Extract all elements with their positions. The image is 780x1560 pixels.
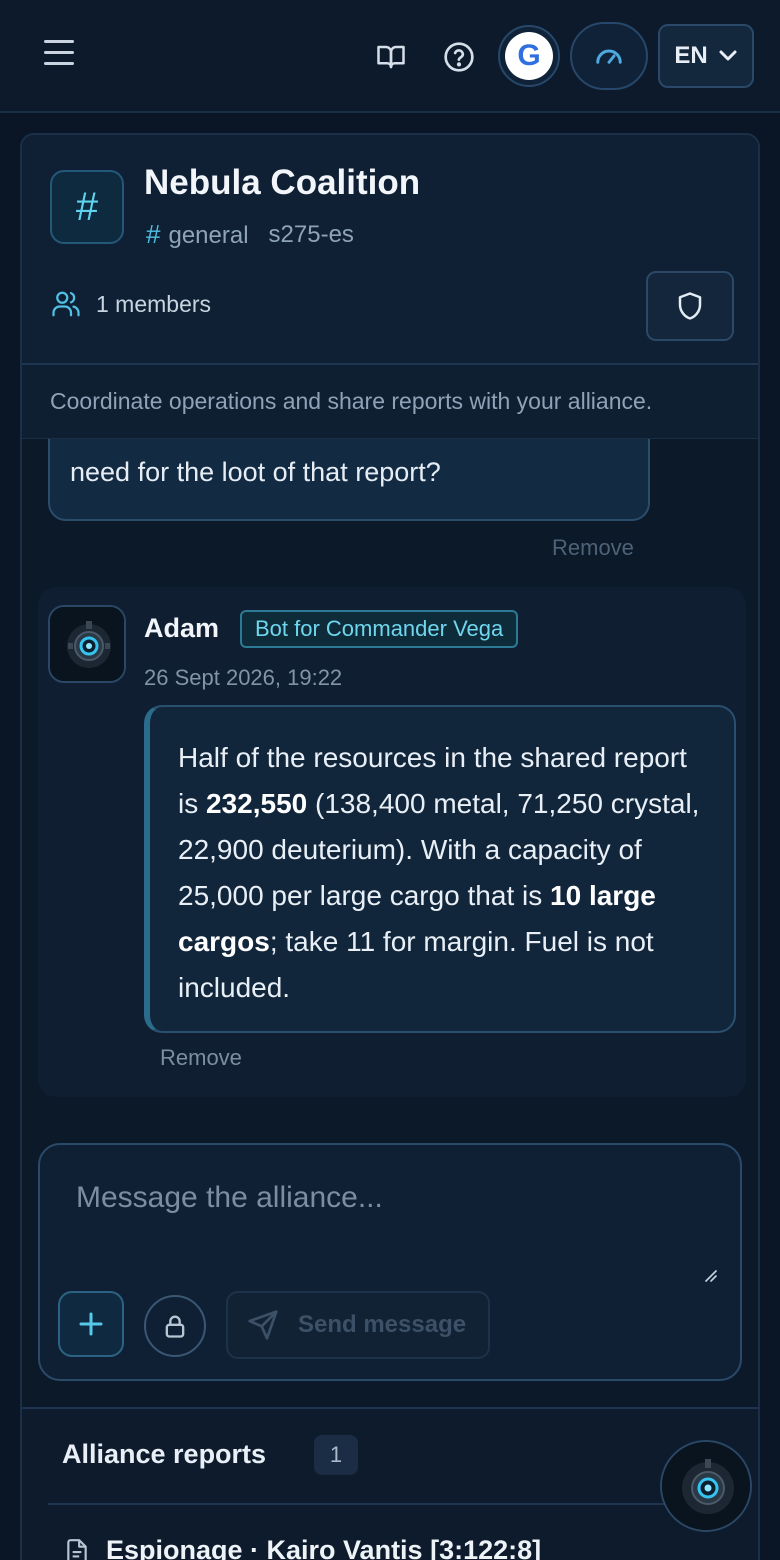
report-item-label: Espionage · Kairo Vantis [3:122:8] bbox=[106, 1535, 542, 1560]
language-select[interactable]: EN bbox=[658, 24, 754, 88]
chevron-down-icon bbox=[719, 50, 737, 61]
message-text: need for the loot of that report? bbox=[70, 457, 441, 487]
reports-title: Alliance reports bbox=[62, 1439, 267, 1469]
server-name: s275-es bbox=[268, 220, 354, 248]
plus-icon bbox=[79, 1312, 103, 1336]
channel-header: # Nebula Coalition # general s275-es 1 me… bbox=[22, 135, 758, 365]
channel-name: general bbox=[168, 222, 249, 249]
top-bar: G EN bbox=[0, 0, 780, 113]
members-label: 1 members bbox=[96, 290, 212, 317]
message-author: Adam bbox=[144, 613, 220, 643]
channel-link[interactable]: # general bbox=[146, 219, 249, 250]
alliance-chat-card: # Nebula Coalition # general s275-es 1 me… bbox=[20, 133, 760, 1560]
robot-eye-avatar-icon bbox=[50, 607, 124, 681]
send-icon bbox=[248, 1310, 278, 1340]
speed-button[interactable] bbox=[570, 22, 648, 90]
reports-count-badge: 1 bbox=[314, 1435, 358, 1475]
channel-meta: # general s275-es bbox=[146, 219, 354, 250]
send-message-button[interactable]: Send message bbox=[226, 1291, 490, 1359]
help-circle-icon bbox=[444, 42, 474, 72]
resources-total: 232,550 bbox=[206, 788, 308, 819]
private-toggle-button[interactable] bbox=[144, 1295, 206, 1357]
users-icon bbox=[52, 291, 80, 317]
assistant-launcher-button[interactable] bbox=[660, 1440, 752, 1532]
message-input[interactable] bbox=[54, 1159, 726, 1289]
send-message-label: Send message bbox=[298, 1311, 467, 1338]
message-group-bot: Adam Bot for Commander Vega 26 Sept 2026… bbox=[38, 587, 746, 1097]
message-composer: Send message bbox=[38, 1143, 742, 1381]
alliance-reports-section: Alliance reports 1 Espionage · Kairo Van… bbox=[22, 1407, 758, 1560]
remove-message-button[interactable]: Remove bbox=[160, 1045, 242, 1071]
remove-message-button[interactable]: Remove bbox=[552, 535, 634, 561]
resize-handle-icon[interactable] bbox=[702, 1267, 718, 1283]
account-avatar-button[interactable]: G bbox=[498, 25, 560, 87]
robot-eye-avatar-icon bbox=[662, 1442, 750, 1530]
channel-hash-icon: # bbox=[50, 170, 124, 244]
moderation-button[interactable] bbox=[646, 271, 734, 341]
menu-button[interactable] bbox=[40, 40, 78, 74]
hash-icon: # bbox=[146, 219, 161, 249]
language-value: EN bbox=[674, 42, 708, 69]
message-timestamp: 26 Sept 2026, 19:22 bbox=[144, 665, 343, 690]
lock-icon bbox=[165, 1315, 185, 1338]
channel-description: Coordinate operations and share reports … bbox=[22, 365, 758, 439]
help-button[interactable] bbox=[440, 38, 478, 76]
menu-bar-3 bbox=[44, 62, 74, 65]
menu-bar-2 bbox=[44, 51, 74, 54]
members-count: 1 members bbox=[50, 289, 211, 319]
menu-bar-1 bbox=[44, 40, 74, 43]
bot-badge: Bot for Commander Vega bbox=[240, 610, 519, 648]
divider bbox=[48, 1503, 738, 1505]
shield-icon bbox=[678, 292, 702, 320]
account-initial: G bbox=[505, 32, 553, 80]
speedometer-icon bbox=[596, 49, 622, 64]
docs-button[interactable] bbox=[372, 38, 410, 76]
message-bubble-bot: Half of the resources in the shared repo… bbox=[144, 705, 736, 1033]
document-icon bbox=[67, 1538, 87, 1560]
app-root: G EN # Nebula Coalition # general s275-es bbox=[0, 0, 780, 1560]
report-item[interactable]: Espionage · Kairo Vantis [3:122:8] bbox=[64, 1535, 541, 1560]
attach-button[interactable] bbox=[58, 1291, 124, 1357]
channel-title: Nebula Coalition bbox=[144, 163, 421, 202]
bot-avatar bbox=[48, 605, 126, 683]
book-open-icon bbox=[377, 45, 405, 69]
